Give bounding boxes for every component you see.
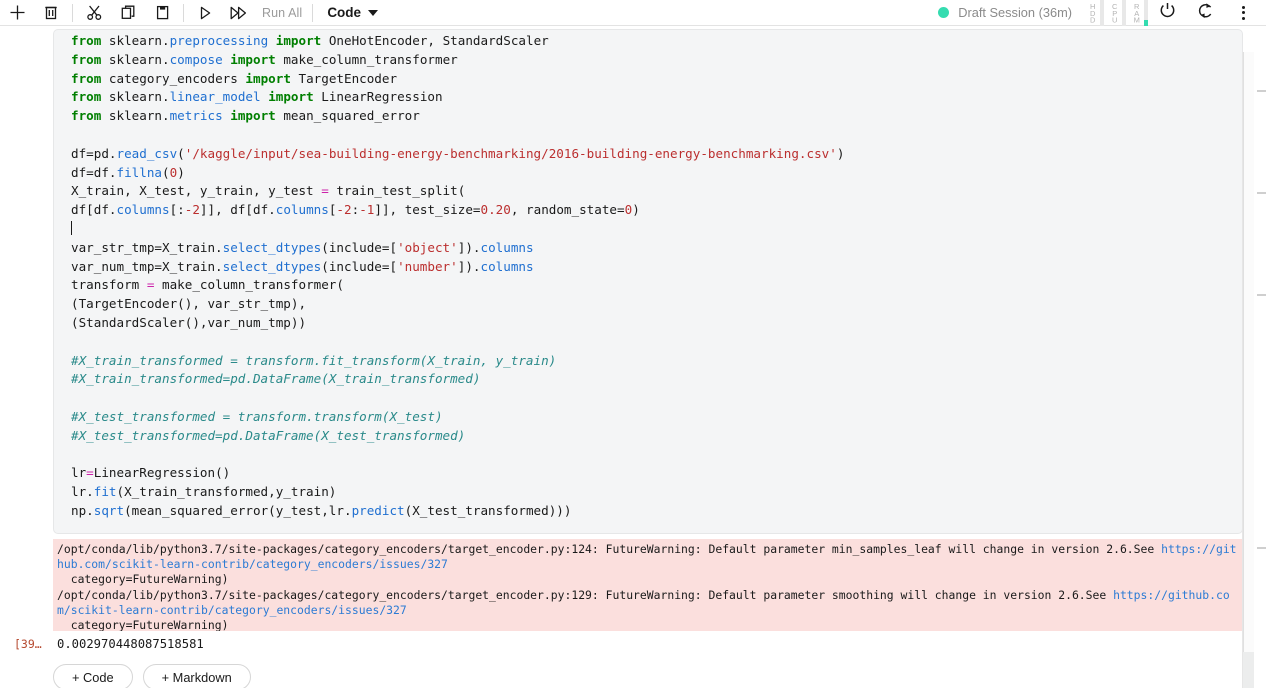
minimap-tick: [1257, 192, 1266, 194]
warning-link-2[interactable]: https://github.com/scikit-learn-contrib/…: [57, 588, 1230, 617]
chevron-down-icon: [368, 9, 379, 16]
gauge-hdd[interactable]: HDD: [1088, 0, 1104, 26]
paste-cell-button[interactable]: [145, 0, 179, 26]
add-markdown-cell-button[interactable]: + Markdown: [142, 664, 251, 688]
power-icon: [1158, 1, 1177, 25]
toolbar-left-group: Run All Code: [0, 0, 379, 26]
cell-result-row: [39… 0.002970448087518581: [0, 633, 1266, 657]
toolbar-right-group: Draft Session (36m) HDD CPU RAM: [938, 0, 1266, 26]
paste-icon: [154, 4, 171, 21]
minimap-tick: [1257, 90, 1266, 92]
resource-gauges: HDD CPU RAM: [1082, 0, 1148, 26]
fast-forward-icon: [229, 5, 249, 21]
trash-icon: [43, 4, 59, 21]
gauge-ram-track: [1144, 0, 1148, 26]
gauge-cpu[interactable]: CPU: [1110, 0, 1126, 26]
cell-type-label: Code: [327, 5, 362, 20]
session-label: Draft Session (36m): [958, 5, 1072, 20]
copy-icon: [120, 4, 137, 21]
delete-cell-button[interactable]: [34, 0, 68, 26]
scroll-minimap-column[interactable]: [1243, 52, 1266, 688]
gauge-ram-fill: [1144, 19, 1148, 26]
run-cell-button[interactable]: [188, 0, 222, 26]
code-editor[interactable]: from sklearn.preprocessing import OneHot…: [71, 32, 844, 521]
run-all-button-icon[interactable]: [222, 0, 256, 26]
add-cell-row: + Code + Markdown: [0, 662, 1266, 688]
session-status-dot: [938, 7, 950, 18]
play-icon: [197, 5, 213, 21]
cell-type-dropdown[interactable]: Code: [327, 5, 379, 20]
more-menu-button[interactable]: [1224, 0, 1262, 26]
gauge-hdd-track: [1100, 0, 1104, 26]
minimap-tick: [1257, 294, 1266, 296]
warning-link-1[interactable]: https://github.com/scikit-learn-contrib/…: [57, 542, 1237, 571]
notebook-canvas: from sklearn.preprocessing import OneHot…: [0, 26, 1266, 688]
code-cell[interactable]: from sklearn.preprocessing import OneHot…: [53, 29, 1243, 534]
scrollbar-thumb[interactable]: [1243, 52, 1254, 652]
power-button[interactable]: [1148, 0, 1186, 26]
session-status: Draft Session (36m): [938, 5, 1072, 20]
cut-cell-button[interactable]: [77, 0, 111, 26]
notebook-toolbar: Run All Code Draft Session (36m) HDD CPU: [0, 0, 1266, 26]
gauge-ram-label: RAM: [1132, 2, 1141, 23]
restart-icon: [1196, 1, 1215, 25]
gauge-cpu-track: [1122, 0, 1126, 26]
execution-count-label: [39…: [14, 637, 42, 651]
copy-cell-button[interactable]: [111, 0, 145, 26]
gauge-cpu-label: CPU: [1110, 2, 1119, 23]
kebab-menu-icon: [1241, 5, 1245, 20]
run-all-label[interactable]: Run All: [256, 6, 308, 20]
gauge-ram[interactable]: RAM: [1132, 0, 1148, 26]
scissors-icon: [86, 4, 103, 21]
add-code-cell-button[interactable]: + Code: [53, 664, 133, 688]
restart-button[interactable]: [1186, 0, 1224, 26]
plus-icon: [9, 4, 26, 21]
minimap-tick: [1257, 547, 1266, 549]
toolbar-divider-2: [183, 3, 184, 22]
toolbar-divider-3: [312, 3, 314, 22]
cell-warning-output: /opt/conda/lib/python3.7/site-packages/c…: [53, 539, 1243, 631]
add-cell-button[interactable]: [0, 0, 34, 26]
gauge-hdd-label: HDD: [1088, 2, 1097, 23]
toolbar-divider: [72, 3, 73, 22]
cell-result-value: 0.002970448087518581: [57, 637, 204, 651]
